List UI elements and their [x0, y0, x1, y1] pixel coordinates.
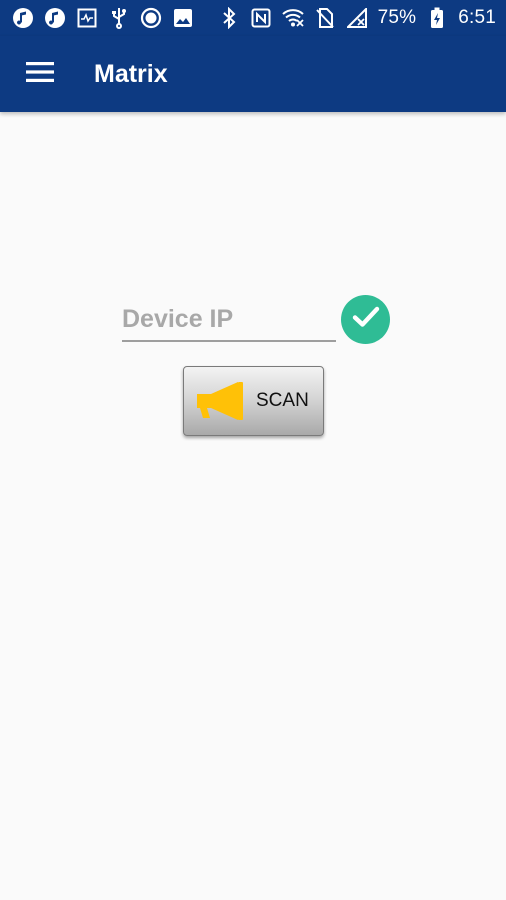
clock: 6:51: [458, 7, 496, 28]
megaphone-icon: [194, 379, 244, 423]
status-bar-system: 75% 6:51: [218, 7, 496, 29]
music-note-icon: [12, 7, 34, 29]
device-ip-row: [122, 292, 392, 346]
no-sim-icon: [314, 7, 336, 29]
music-note-icon: [44, 7, 66, 29]
battery-charging-icon: [426, 7, 448, 29]
menu-button[interactable]: [0, 36, 80, 112]
check-icon: [352, 305, 380, 334]
usb-icon: [108, 7, 130, 29]
battery-level: 75%: [377, 7, 417, 28]
scan-button[interactable]: SCAN: [183, 366, 324, 436]
confirm-ip-button[interactable]: [341, 295, 390, 344]
device-ip-input[interactable]: [122, 298, 336, 342]
status-bar: 75% 6:51: [0, 0, 506, 36]
app-bar: Matrix: [0, 36, 506, 112]
page-title: Matrix: [94, 59, 168, 88]
status-bar-notifications: [12, 7, 194, 29]
hamburger-menu-icon: [26, 61, 54, 88]
nfc-icon: [250, 7, 272, 29]
image-icon: [172, 7, 194, 29]
cellular-no-signal-icon: [346, 7, 368, 29]
scan-button-label: SCAN: [256, 390, 309, 411]
bluetooth-icon: [218, 7, 240, 29]
activity-monitor-icon: [76, 7, 98, 29]
wifi-off-icon: [281, 7, 304, 29]
radio-button-icon: [140, 7, 162, 29]
